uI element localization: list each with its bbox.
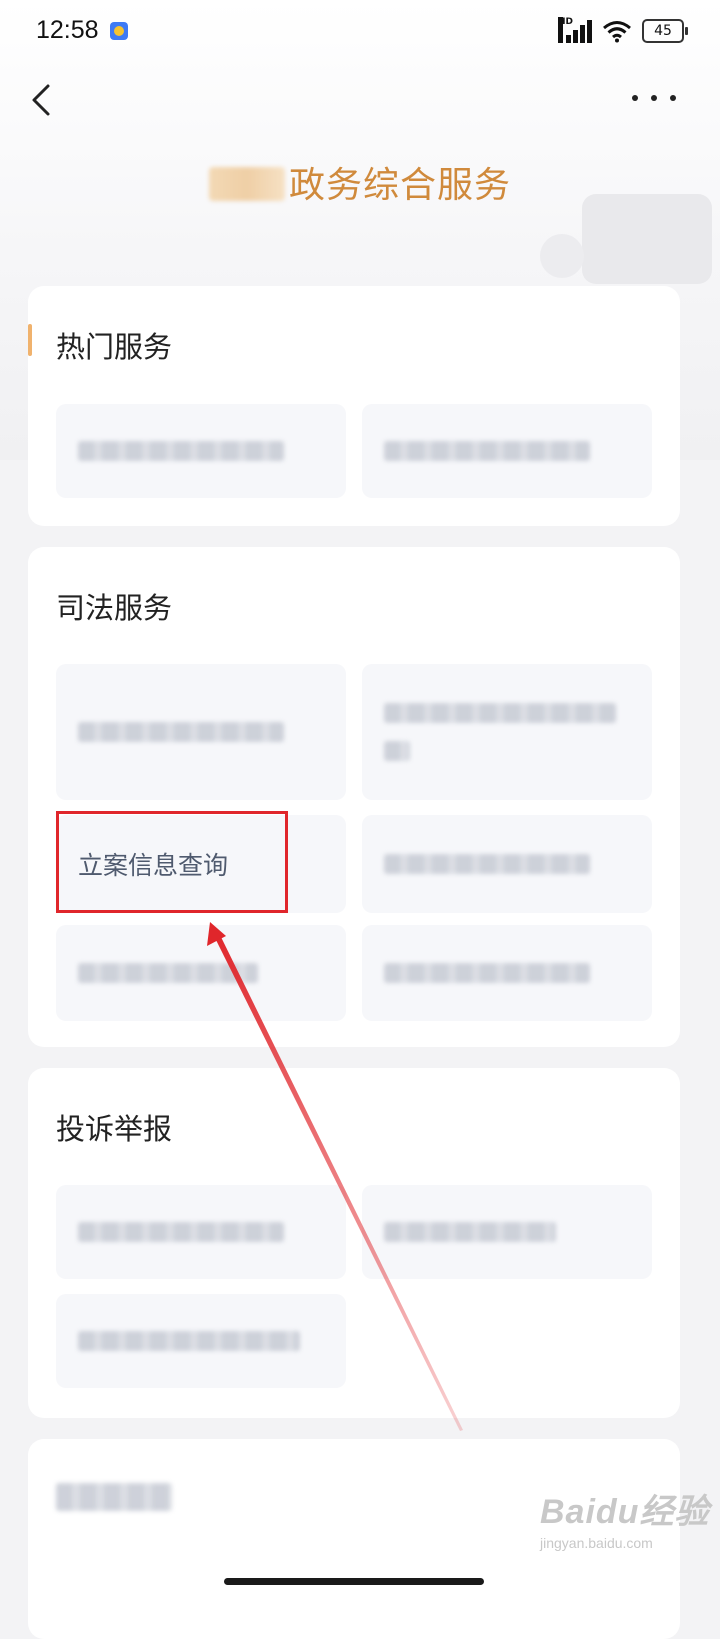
chevron-left-icon — [32, 84, 50, 116]
page-title: 政务综合服务 — [0, 156, 720, 208]
judicial-services-card: 司法服务 立案信息查询 — [28, 547, 680, 1047]
hot-services-card: 热门服务 — [28, 286, 680, 526]
watermark-brand: Baidu经验 — [540, 1493, 710, 1531]
case-info-query-label: 立案信息查询 — [78, 851, 229, 880]
battery-level: 45 — [654, 23, 672, 39]
wifi-icon — [603, 21, 631, 43]
blurred-section-title — [56, 1483, 172, 1511]
blurred-label — [384, 1222, 556, 1242]
blurred-label — [78, 1222, 284, 1242]
status-bar: 12:58 HD 45 — [0, 0, 720, 64]
more-button[interactable] — [632, 86, 676, 110]
case-info-query-tile[interactable]: 立案信息查询 — [56, 815, 346, 913]
service-tile[interactable] — [362, 664, 652, 800]
status-time: 12:58 — [36, 16, 99, 44]
service-tile[interactable] — [56, 664, 346, 800]
section-accent-bar — [28, 324, 32, 356]
section-title-hot: 热门服务 — [56, 330, 173, 364]
more-dots-icon — [632, 95, 638, 101]
status-icons: HD 45 — [558, 17, 688, 44]
blurred-label — [78, 963, 258, 983]
home-indicator[interactable] — [224, 1578, 484, 1585]
service-tile[interactable] — [362, 925, 652, 1021]
service-tile[interactable] — [56, 1185, 346, 1279]
blurred-label — [384, 703, 616, 723]
service-tile[interactable] — [362, 815, 652, 913]
blurred-label — [78, 1331, 300, 1351]
blurred-label — [78, 441, 284, 461]
complaint-report-card: 投诉举报 — [28, 1068, 680, 1418]
app-notification-icon — [110, 22, 128, 40]
blurred-label — [78, 722, 284, 742]
blurred-label — [384, 963, 590, 983]
blurred-region-name — [208, 167, 285, 201]
battery-icon: 45 — [642, 19, 688, 43]
blurred-label — [384, 741, 410, 761]
blurred-label — [384, 854, 590, 874]
service-tile[interactable] — [362, 404, 652, 498]
back-button[interactable] — [24, 80, 64, 120]
service-tile[interactable] — [362, 1185, 652, 1279]
service-tile[interactable] — [56, 1294, 346, 1388]
watermark: Baidu经验 jingyan.baidu.com — [540, 1484, 710, 1584]
blurred-label — [384, 441, 590, 461]
signal-icon: HD — [558, 17, 592, 43]
service-tile[interactable] — [56, 925, 346, 1021]
service-tile[interactable] — [56, 404, 346, 498]
page-title-text: 政务综合服务 — [288, 165, 511, 206]
watermark-url: jingyan.baidu.com — [540, 1535, 653, 1551]
section-title-judicial: 司法服务 — [56, 591, 173, 625]
decorative-circle-graphic — [540, 234, 584, 278]
section-title-complaint: 投诉举报 — [56, 1112, 173, 1146]
network-label: HD — [558, 17, 573, 43]
